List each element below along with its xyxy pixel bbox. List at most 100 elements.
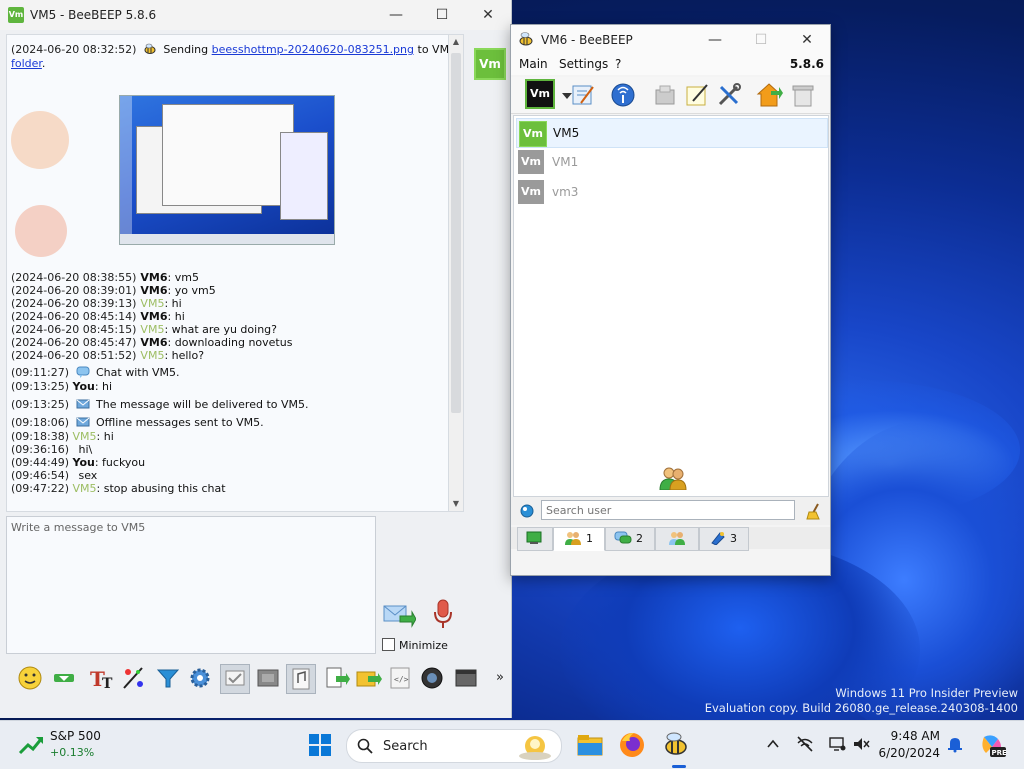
contact-avatar[interactable]: Vm [474, 48, 506, 80]
contacts-titlebar[interactable]: VM6 - BeeBEEP — ☐ ✕ [511, 25, 830, 55]
user-row-vm3[interactable]: Vm vm3 [516, 178, 826, 206]
font-icon[interactable]: TT [88, 664, 116, 692]
file-link[interactable]: beesshottmp-20240620-083251.png [212, 43, 414, 56]
file-explorer-icon[interactable] [574, 729, 606, 761]
note-edit-icon[interactable] [683, 81, 711, 109]
contacts-window: VM6 - BeeBEEP — ☐ ✕ Main Settings ? 5.8.… [510, 24, 831, 576]
send-message-icon[interactable] [382, 600, 416, 630]
window-icon[interactable] [452, 664, 480, 692]
scroll-down-arrow-icon[interactable]: ▼ [449, 497, 463, 511]
scroll-up-arrow-icon[interactable]: ▲ [449, 35, 463, 49]
search-options-icon[interactable] [519, 503, 535, 519]
view-tabs: 1 2 3 [511, 527, 830, 551]
spellcheck-icon[interactable] [220, 664, 250, 694]
message-text: . [41, 57, 46, 70]
taskbar-search-box[interactable]: Search [346, 729, 562, 763]
envelope-icon [76, 399, 89, 409]
minimize-checkbox[interactable] [382, 638, 395, 651]
minimize-label: Minimize [399, 639, 448, 652]
timestamp: (2024-06-20 08:39:01) [11, 284, 137, 297]
tools-icon[interactable] [715, 81, 743, 109]
chat-log-scrollbar[interactable]: ▲ ▼ [448, 34, 464, 512]
firefox-icon[interactable] [616, 729, 648, 761]
edit-profile-icon[interactable] [569, 81, 597, 109]
chat-titlebar[interactable]: Vm VM5 - BeeBEEP 5.8.6 — ☐ ✕ [0, 0, 511, 30]
maximize-window-button[interactable]: ☐ [428, 3, 456, 27]
chat-line-system: (09:11:27) Chat with VM5. [11, 366, 180, 379]
webcam-icon[interactable] [418, 664, 446, 692]
voice-message-icon[interactable] [286, 664, 316, 694]
settings-gear-icon[interactable] [186, 664, 214, 692]
tab-users[interactable]: 1 [553, 527, 605, 551]
thumbnail-desktop-icons [120, 96, 132, 234]
user-name: vm3 [552, 185, 579, 199]
menu-help[interactable]: ? [615, 57, 621, 71]
chevron-up-icon[interactable] [764, 735, 782, 753]
tab-groups[interactable] [655, 527, 699, 551]
message-text: : vm5 [167, 271, 199, 284]
sender-name: You [72, 380, 95, 393]
svg-text:</>: </> [394, 675, 409, 684]
filter-icon[interactable] [154, 664, 182, 692]
notification-bell-icon[interactable] [946, 735, 964, 753]
copilot-pre-icon[interactable]: PRE [978, 731, 1006, 759]
tab-shares[interactable]: 3 [699, 527, 749, 551]
trash-icon[interactable] [789, 81, 817, 109]
windows-start-icon[interactable] [304, 729, 336, 761]
my-status-avatar[interactable]: Vm [525, 79, 555, 109]
scrollbar-thumb[interactable] [451, 53, 461, 413]
system-text: The message will be delivered to VM5. [96, 398, 309, 411]
tab-chats[interactable]: 2 [605, 527, 655, 551]
display-icon[interactable] [828, 735, 846, 753]
chat-line-system: (09:18:06) Offline messages sent to VM5. [11, 416, 264, 429]
send-folder-icon[interactable] [354, 664, 382, 692]
chat-log[interactable]: (2024-06-20 08:32:52) Sending beesshottm… [6, 34, 450, 512]
chat-line-file-sent: (2024-06-20 08:32:52) Sending beesshottm… [11, 43, 449, 56]
clock-date[interactable]: 6/20/2024 [878, 746, 940, 760]
open-folder-link[interactable]: folder [11, 57, 42, 70]
timestamp: (09:44:49) [11, 456, 69, 469]
text-color-icon[interactable] [120, 664, 148, 692]
user-avatar: Vm [518, 180, 544, 204]
file-transfer-icon[interactable] [651, 81, 679, 109]
chat-line: (09:13:25) You: hi [11, 380, 112, 393]
stock-trend-icon[interactable] [18, 733, 44, 757]
share-icon [711, 532, 725, 545]
user-name: VM1 [552, 155, 579, 169]
close-window-button[interactable]: ✕ [474, 3, 502, 27]
emoticon-dropdown-icon[interactable] [50, 664, 78, 692]
home-icon[interactable] [755, 81, 783, 109]
close-window-button[interactable]: ✕ [793, 28, 821, 52]
clear-search-broom-icon[interactable] [805, 502, 823, 520]
tab-home[interactable] [517, 527, 553, 551]
sender-name: VM5 [72, 482, 97, 495]
speaker-muted-icon[interactable] [852, 735, 870, 753]
microphone-icon[interactable] [432, 598, 454, 630]
clock-time[interactable]: 9:48 AM [891, 729, 940, 743]
menu-settings[interactable]: Settings [559, 57, 608, 71]
screenshot-icon[interactable] [254, 664, 282, 692]
emoticon-icon[interactable] [16, 664, 44, 692]
chat-bubble-icon [76, 366, 89, 378]
network-disconnected-icon[interactable] [796, 735, 814, 753]
message-compose-box[interactable]: Write a message to VM5 [6, 516, 376, 654]
message-text: : hello? [164, 349, 205, 362]
minimize-window-button[interactable]: — [382, 3, 410, 27]
menu-main[interactable]: Main [519, 57, 548, 71]
user-row-vm5[interactable]: Vm VM5 [516, 118, 828, 148]
send-file-icon[interactable] [322, 664, 350, 692]
screenshot-thumbnail[interactable] [119, 95, 335, 245]
minimize-window-button[interactable]: — [701, 28, 729, 52]
beebeep-taskbar-icon[interactable] [660, 729, 692, 761]
code-icon[interactable]: </> [386, 664, 414, 692]
minimize-checkbox-row[interactable]: Minimize [382, 638, 448, 652]
stock-name[interactable]: S&P 500 [50, 729, 101, 743]
users-group-icon [659, 467, 687, 490]
maximize-window-button[interactable]: ☐ [747, 28, 775, 52]
network-icon[interactable] [609, 81, 637, 109]
message-text: sex [78, 469, 98, 482]
message-text: : what are yu doing? [164, 323, 277, 336]
user-row-vm1[interactable]: Vm VM1 [516, 148, 826, 176]
more-tools-chevron[interactable]: » [496, 670, 504, 685]
search-user-input[interactable] [541, 500, 795, 520]
